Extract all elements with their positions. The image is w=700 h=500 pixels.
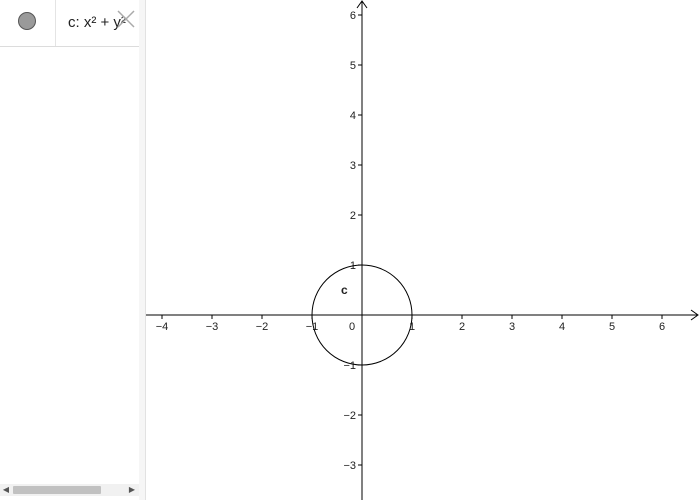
- x-tick-label: 0: [349, 321, 355, 333]
- x-tick-label: 1: [409, 321, 415, 333]
- visibility-cell: [0, 0, 56, 46]
- x-tick-label: −4: [156, 321, 169, 333]
- scroll-right-icon[interactable]: ▶: [128, 484, 136, 496]
- x-tick-label: 4: [559, 321, 565, 333]
- y-tick-label: 3: [350, 160, 356, 172]
- y-tick-label: 4: [350, 110, 356, 122]
- y-tick-label: −3: [343, 460, 356, 472]
- visibility-toggle-icon[interactable]: [18, 12, 36, 30]
- x-tick-label: 5: [609, 321, 615, 333]
- x-tick-label: 2: [459, 321, 465, 333]
- horizontal-scrollbar[interactable]: ◀ ▶: [0, 484, 139, 496]
- axis-ticks: −4 −3 −2 −1 0 1 2 3 4 5 6654321−1−2−3: [156, 10, 665, 472]
- close-icon[interactable]: [116, 9, 136, 29]
- y-tick-label: −2: [343, 410, 356, 422]
- coordinate-plane[interactable]: −4 −3 −2 −1 0 1 2 3 4 5 6654321−1−2−3 c: [146, 0, 700, 500]
- x-tick-label: 3: [509, 321, 515, 333]
- scroll-left-icon[interactable]: ◀: [2, 484, 10, 496]
- scrollbar-thumb[interactable]: [13, 486, 101, 494]
- view-splitter[interactable]: [139, 0, 146, 500]
- x-tick-label: −3: [206, 321, 219, 333]
- y-tick-label: 5: [350, 60, 356, 72]
- algebra-view: c: x² + y² ◀ ▶: [0, 0, 140, 500]
- object-label-c[interactable]: c: [341, 283, 348, 297]
- x-tick-label: −1: [306, 321, 319, 333]
- algebra-item-c[interactable]: c: x² + y²: [0, 0, 139, 47]
- x-tick-label: −2: [256, 321, 269, 333]
- y-tick-label: 6: [350, 10, 356, 22]
- axes: [146, 0, 699, 500]
- y-tick-label: 2: [350, 210, 356, 222]
- graphics-view[interactable]: −4 −3 −2 −1 0 1 2 3 4 5 6 6 5 4 3 2 1 −1 −2 −3 c: [146, 0, 700, 500]
- x-tick-label: 6: [659, 321, 665, 333]
